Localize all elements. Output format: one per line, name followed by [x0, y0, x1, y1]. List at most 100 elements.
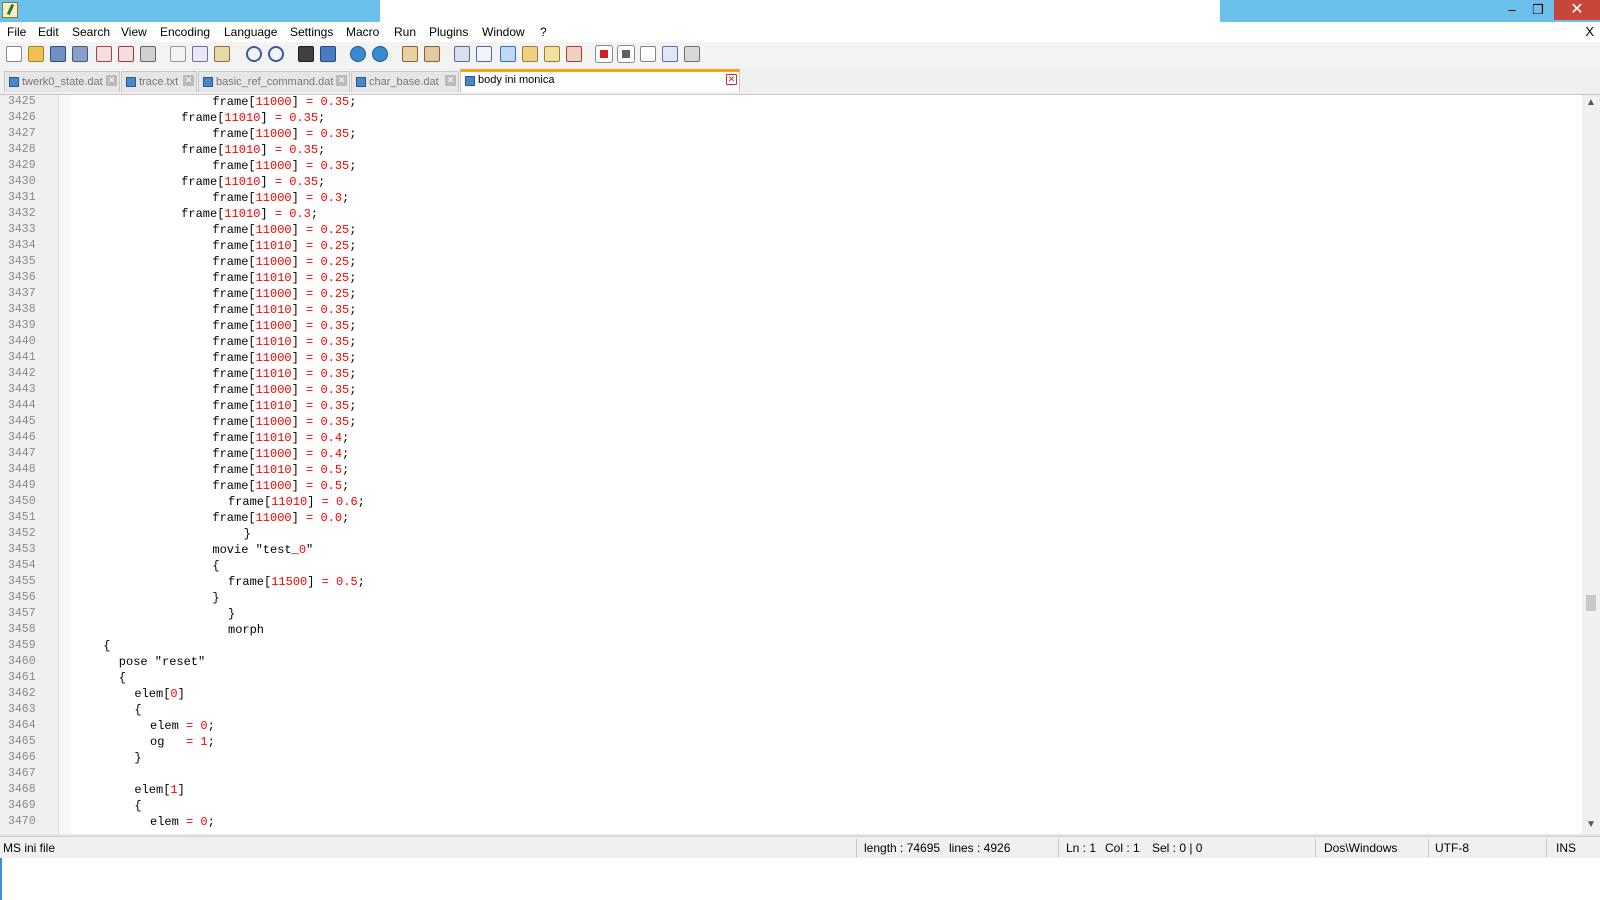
save-all-icon[interactable]: [72, 46, 88, 62]
code-line[interactable]: 3454 {: [0, 558, 1582, 574]
menu-encoding[interactable]: Encoding: [160, 25, 210, 39]
code-line[interactable]: 3461 {: [0, 670, 1582, 686]
zoom-in-icon[interactable]: [350, 46, 366, 62]
menu-language[interactable]: Language: [224, 25, 277, 39]
code-line[interactable]: 3455 frame[11500] = 0.5;: [0, 574, 1582, 590]
code-line[interactable]: 3447 frame[11000] = 0.4;: [0, 446, 1582, 462]
show-all-chars-icon[interactable]: [476, 46, 492, 62]
record-macro-icon[interactable]: [595, 45, 613, 63]
code-line[interactable]: 3433 frame[11000] = 0.25;: [0, 222, 1582, 238]
code-line[interactable]: 3437 frame[11000] = 0.25;: [0, 286, 1582, 302]
code-line[interactable]: 3434 frame[11010] = 0.25;: [0, 238, 1582, 254]
code-line[interactable]: 3457}: [0, 606, 1582, 622]
zoom-out-icon[interactable]: [372, 46, 388, 62]
close-file-icon[interactable]: [96, 46, 112, 62]
code-line[interactable]: 3464 elem = 0;: [0, 718, 1582, 734]
code-line[interactable]: 3438 frame[11010] = 0.35;: [0, 302, 1582, 318]
close-document-x[interactable]: X: [1585, 24, 1594, 39]
menu-run[interactable]: Run: [394, 25, 416, 39]
notepad-app-icon[interactable]: [2, 2, 18, 18]
function-list-icon[interactable]: [566, 46, 582, 62]
code-line[interactable]: 3466}: [0, 750, 1582, 766]
code-line[interactable]: 3445 frame[11000] = 0.35;: [0, 414, 1582, 430]
menu-view[interactable]: View: [121, 25, 147, 39]
vertical-scrollbar[interactable]: ▲ ▼: [1582, 95, 1600, 834]
close-window-button[interactable]: ✕: [1554, 0, 1600, 20]
copy-icon[interactable]: [192, 46, 208, 62]
tab-close-icon[interactable]: ✕: [445, 75, 456, 86]
code-line[interactable]: 3427 frame[11000] = 0.35;: [0, 126, 1582, 142]
code-line[interactable]: 3450 frame[11010] = 0.6;: [0, 494, 1582, 510]
menu-search[interactable]: Search: [72, 25, 110, 39]
redo-icon[interactable]: [268, 46, 284, 62]
run-macro-multiple-icon[interactable]: [662, 46, 678, 62]
code-line[interactable]: 3428 frame[11010] = 0.35;: [0, 142, 1582, 158]
cut-icon[interactable]: [170, 46, 186, 62]
code-line[interactable]: 3469 {: [0, 798, 1582, 814]
code-line[interactable]: 3452}: [0, 526, 1582, 542]
code-line[interactable]: 3462 elem[0]: [0, 686, 1582, 702]
tab-close-icon[interactable]: ✕: [726, 74, 737, 85]
code-line[interactable]: 3444 frame[11010] = 0.35;: [0, 398, 1582, 414]
save-macro-icon[interactable]: [684, 46, 700, 62]
code-line[interactable]: 3440 frame[11010] = 0.35;: [0, 334, 1582, 350]
sync-horizontal-icon[interactable]: [424, 46, 440, 62]
new-file-icon[interactable]: [6, 46, 22, 62]
tab-body-ini-monica[interactable]: body ini monica ✕: [460, 69, 740, 92]
undo-icon[interactable]: [246, 46, 262, 62]
paste-icon[interactable]: [214, 46, 230, 62]
code-line[interactable]: 3453 movie "test_0": [0, 542, 1582, 558]
tab-close-icon[interactable]: ✕: [336, 75, 347, 86]
save-icon[interactable]: [50, 46, 66, 62]
tab-close-icon[interactable]: ✕: [183, 75, 194, 86]
open-file-icon[interactable]: [28, 46, 44, 62]
user-lang-icon[interactable]: [522, 46, 538, 62]
code-line[interactable]: 3449 frame[11000] = 0.5;: [0, 478, 1582, 494]
scroll-up-arrow[interactable]: ▲: [1586, 97, 1596, 108]
tab-twerk0-state[interactable]: twerk0_state.dat ✕: [4, 71, 120, 92]
menu-edit[interactable]: Edit: [38, 25, 59, 39]
code-line[interactable]: 3429 frame[11000] = 0.35;: [0, 158, 1582, 174]
code-line[interactable]: 3431 frame[11000] = 0.3;: [0, 190, 1582, 206]
code-line[interactable]: 3459 {: [0, 638, 1582, 654]
code-line[interactable]: 3439 frame[11000] = 0.35;: [0, 318, 1582, 334]
word-wrap-icon[interactable]: [454, 46, 470, 62]
code-line[interactable]: 3456}: [0, 590, 1582, 606]
code-line[interactable]: 3470 elem = 0;: [0, 814, 1582, 830]
tab-char-base[interactable]: char_base.dat ✕: [351, 71, 459, 92]
code-line[interactable]: 3463 {: [0, 702, 1582, 718]
menu-help[interactable]: ?: [540, 25, 547, 39]
code-line[interactable]: 3468 elem[1]: [0, 782, 1582, 798]
tab-basic-ref-command[interactable]: basic_ref_command.dat ✕: [198, 71, 350, 92]
menu-file[interactable]: File: [7, 25, 26, 39]
code-line[interactable]: 3458 morph: [0, 622, 1582, 638]
tab-close-icon[interactable]: ✕: [106, 75, 117, 86]
find-icon[interactable]: [298, 46, 314, 62]
code-line[interactable]: 3435 frame[11000] = 0.25;: [0, 254, 1582, 270]
close-all-icon[interactable]: [118, 46, 134, 62]
restore-button[interactable]: ❐: [1524, 0, 1552, 20]
stop-macro-icon[interactable]: [617, 45, 635, 63]
doc-map-icon[interactable]: [544, 46, 560, 62]
tab-trace[interactable]: trace.txt ✕: [121, 71, 197, 92]
play-macro-icon[interactable]: [640, 46, 656, 62]
code-line[interactable]: 3446 frame[11010] = 0.4;: [0, 430, 1582, 446]
code-line[interactable]: 3436 frame[11010] = 0.25;: [0, 270, 1582, 286]
code-line[interactable]: 3460 pose "reset": [0, 654, 1582, 670]
minimize-button[interactable]: –: [1498, 0, 1526, 20]
code-line[interactable]: 3432 frame[11010] = 0.3;: [0, 206, 1582, 222]
sync-vertical-icon[interactable]: [402, 46, 418, 62]
code-line[interactable]: 3425 frame[11000] = 0.35;: [0, 95, 1582, 110]
code-line[interactable]: 3448 frame[11010] = 0.5;: [0, 462, 1582, 478]
code-line[interactable]: 3467: [0, 766, 1582, 782]
menu-macro[interactable]: Macro: [346, 25, 379, 39]
scroll-down-arrow[interactable]: ▼: [1586, 819, 1596, 830]
menu-plugins[interactable]: Plugins: [429, 25, 468, 39]
code-line[interactable]: 3451 frame[11000] = 0.0;: [0, 510, 1582, 526]
code-line[interactable]: 3430 frame[11010] = 0.35;: [0, 174, 1582, 190]
menu-window[interactable]: Window: [482, 25, 525, 39]
replace-icon[interactable]: [320, 46, 336, 62]
code-line[interactable]: 3465 og = 1;: [0, 734, 1582, 750]
code-line[interactable]: 3426 frame[11010] = 0.35;: [0, 110, 1582, 126]
code-line[interactable]: 3441 frame[11000] = 0.35;: [0, 350, 1582, 366]
